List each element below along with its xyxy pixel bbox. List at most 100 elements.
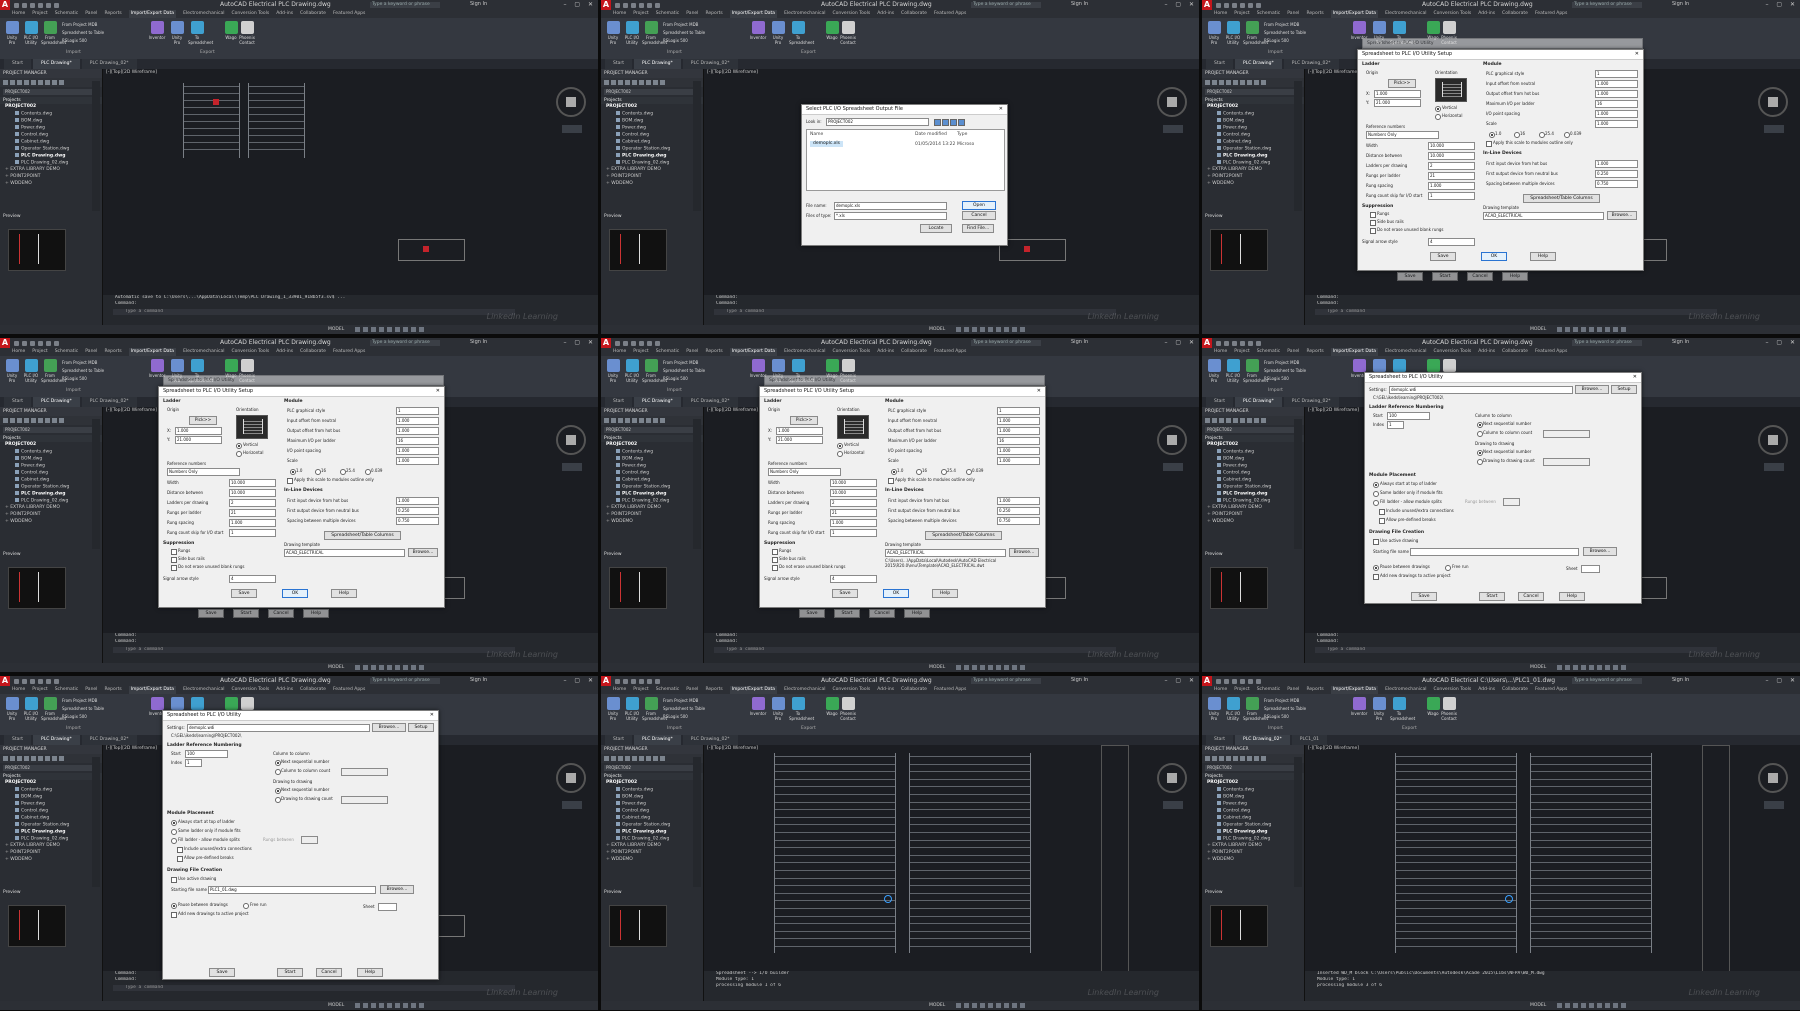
add-to-project-checkbox[interactable]: [1373, 574, 1379, 580]
window-controls[interactable]: – ▢ ✕: [563, 339, 596, 346]
ribbon-small-button[interactable]: From Project MDB: [1264, 360, 1299, 365]
build-icon[interactable]: [1233, 418, 1238, 423]
ribbon-tab[interactable]: Home: [1214, 10, 1227, 18]
redo-icon[interactable]: [1248, 340, 1253, 346]
ribbon-tab[interactable]: Electromechanical: [183, 10, 224, 18]
placement-option[interactable]: [177, 847, 183, 853]
file-list[interactable]: Name Date modified Type demoplc.xls 01/05/20…: [806, 129, 1005, 191]
up-folder-icon[interactable]: [942, 119, 949, 126]
module-field-input[interactable]: 1.000: [1595, 120, 1638, 128]
ribbon-tab[interactable]: Collaborate: [300, 686, 326, 694]
polar-icon[interactable]: [379, 665, 384, 670]
wcs-label[interactable]: [1163, 125, 1183, 133]
horizontal-radio[interactable]: [1435, 114, 1441, 120]
start-button[interactable]: Start: [277, 968, 303, 977]
new-icon[interactable]: [14, 2, 19, 8]
tree-drawing-item[interactable]: Cabinet.dwg: [606, 815, 703, 822]
inline-field-input[interactable]: 1.000: [396, 497, 439, 505]
command-input[interactable]: Type a command: [113, 647, 515, 653]
model-space-toggle[interactable]: MODEL: [1530, 1001, 1546, 1010]
ribbon-button[interactable]: Unity Pro: [3, 697, 21, 721]
tree-drawing-item[interactable]: Contents.dwg: [5, 111, 102, 118]
project-selector[interactable]: PROJECT002: [1205, 427, 1301, 433]
autocad-electrical-logo-icon[interactable]: A: [601, 676, 611, 686]
open-project-icon[interactable]: [3, 80, 8, 85]
osnap-icon[interactable]: [387, 1003, 392, 1008]
open-icon[interactable]: [22, 2, 27, 8]
window-controls[interactable]: – ▢ ✕: [563, 677, 596, 684]
tree-drawing-item[interactable]: Control.dwg: [606, 470, 703, 477]
viewcube-icon[interactable]: [1758, 763, 1788, 793]
ribbon-tab[interactable]: Panel: [85, 348, 97, 356]
ribbon-small-button[interactable]: From Project MDB: [62, 22, 97, 27]
customize-icon[interactable]: [419, 665, 424, 670]
undo-icon[interactable]: [1240, 678, 1245, 684]
ribbon-tab[interactable]: Project: [32, 348, 47, 356]
ribbon-button[interactable]: From Spreadsheet: [642, 359, 667, 383]
build-icon[interactable]: [31, 756, 36, 761]
ribbon-small-button[interactable]: RSLogix 500: [1264, 376, 1289, 381]
new-project-icon[interactable]: [10, 80, 15, 85]
ribbon-button[interactable]: PLC I/O Utility: [623, 21, 641, 45]
ribbon-small-button[interactable]: Spreadsheet to Table: [663, 706, 705, 711]
tree-drawing-item[interactable]: Contents.dwg: [5, 787, 102, 794]
ribbon-small-button[interactable]: From Project MDB: [663, 698, 698, 703]
tree-drawing-item[interactable]: PLC Drawing.dwg: [1207, 153, 1304, 160]
apply-scale-checkbox[interactable]: [888, 478, 894, 484]
suppression-checkbox[interactable]: [1370, 220, 1376, 226]
redo-icon[interactable]: [1248, 678, 1253, 684]
open-icon[interactable]: [623, 2, 628, 8]
ribbon-tab[interactable]: Home: [613, 10, 626, 18]
tree-drawing-item[interactable]: BOM.dwg: [1207, 794, 1304, 801]
ribbon-small-button[interactable]: From Project MDB: [62, 360, 97, 365]
ribbon-tab[interactable]: Reports: [705, 348, 722, 356]
tree-drawing-item[interactable]: Power.dwg: [1207, 463, 1304, 470]
settings-icon[interactable]: [1226, 756, 1231, 761]
ribbon-button[interactable]: Unity Pro: [1205, 21, 1223, 45]
ribbon-button[interactable]: PLC I/O Utility: [623, 359, 641, 383]
origin-y-field[interactable]: 21.000: [175, 436, 222, 444]
file-list-column-header[interactable]: Type: [957, 132, 967, 137]
ribbon-tab[interactable]: Project: [32, 10, 47, 18]
ribbon-tab[interactable]: Featured Apps: [1535, 348, 1567, 356]
ribbon-tab[interactable]: Home: [12, 10, 25, 18]
module-field-input[interactable]: 1: [997, 407, 1040, 415]
document-tab[interactable]: PLC Drawing_02*: [1283, 59, 1339, 69]
ribbon-tab[interactable]: Electromechanical: [183, 686, 224, 694]
suppression-checkbox[interactable]: [772, 565, 778, 571]
ribbon-button[interactable]: From Spreadsheet: [1243, 21, 1268, 45]
suppression-checkbox[interactable]: [772, 549, 778, 555]
ribbon-tab[interactable]: Conversion Tools: [232, 348, 270, 356]
ortho-icon[interactable]: [371, 665, 376, 670]
plot-icon[interactable]: [1256, 2, 1261, 8]
save-button[interactable]: Save: [1411, 592, 1437, 601]
redo-icon[interactable]: [647, 678, 652, 684]
ribbon-tab[interactable]: Schematic: [1257, 686, 1281, 694]
plot-icon[interactable]: [1247, 418, 1252, 423]
document-tab[interactable]: Start: [4, 59, 31, 69]
ribbon-tab[interactable]: Project: [633, 10, 648, 18]
ribbon-tab[interactable]: Featured Apps: [333, 10, 365, 18]
ribbon-tab[interactable]: Schematic: [656, 686, 680, 694]
tree-drawing-item[interactable]: Contents.dwg: [1207, 449, 1304, 456]
back-icon[interactable]: [934, 119, 941, 126]
drawing-canvas[interactable]: [-][Top][2D Wireframe]: [103, 69, 598, 295]
ribbon-button[interactable]: To Spreadsheet: [1390, 697, 1415, 721]
ribbon-button[interactable]: Phoenix Contact: [238, 21, 256, 45]
vertical-radio[interactable]: [1435, 106, 1441, 112]
ok-button[interactable]: OK: [1481, 252, 1507, 261]
ribbon-tab[interactable]: Collaborate: [1502, 10, 1528, 18]
autocad-electrical-logo-icon[interactable]: A: [0, 0, 10, 10]
file-list-column-header[interactable]: Date modified: [915, 132, 947, 137]
search-input[interactable]: Type a keyword or phrase: [370, 340, 440, 346]
sign-in-link[interactable]: Sign In: [1071, 339, 1088, 345]
open-project-icon[interactable]: [604, 756, 609, 761]
project-selector[interactable]: PROJECT002: [3, 765, 99, 771]
tree-project-item[interactable]: WDDEMO: [606, 181, 703, 188]
drw-count-field[interactable]: [341, 796, 388, 804]
save-icon[interactable]: [30, 678, 35, 684]
palette-side-tabs[interactable]: [1294, 757, 1302, 887]
origin-y-field[interactable]: 21.000: [1374, 99, 1421, 107]
model-space-toggle[interactable]: MODEL: [328, 325, 344, 334]
settings-icon[interactable]: [625, 756, 630, 761]
